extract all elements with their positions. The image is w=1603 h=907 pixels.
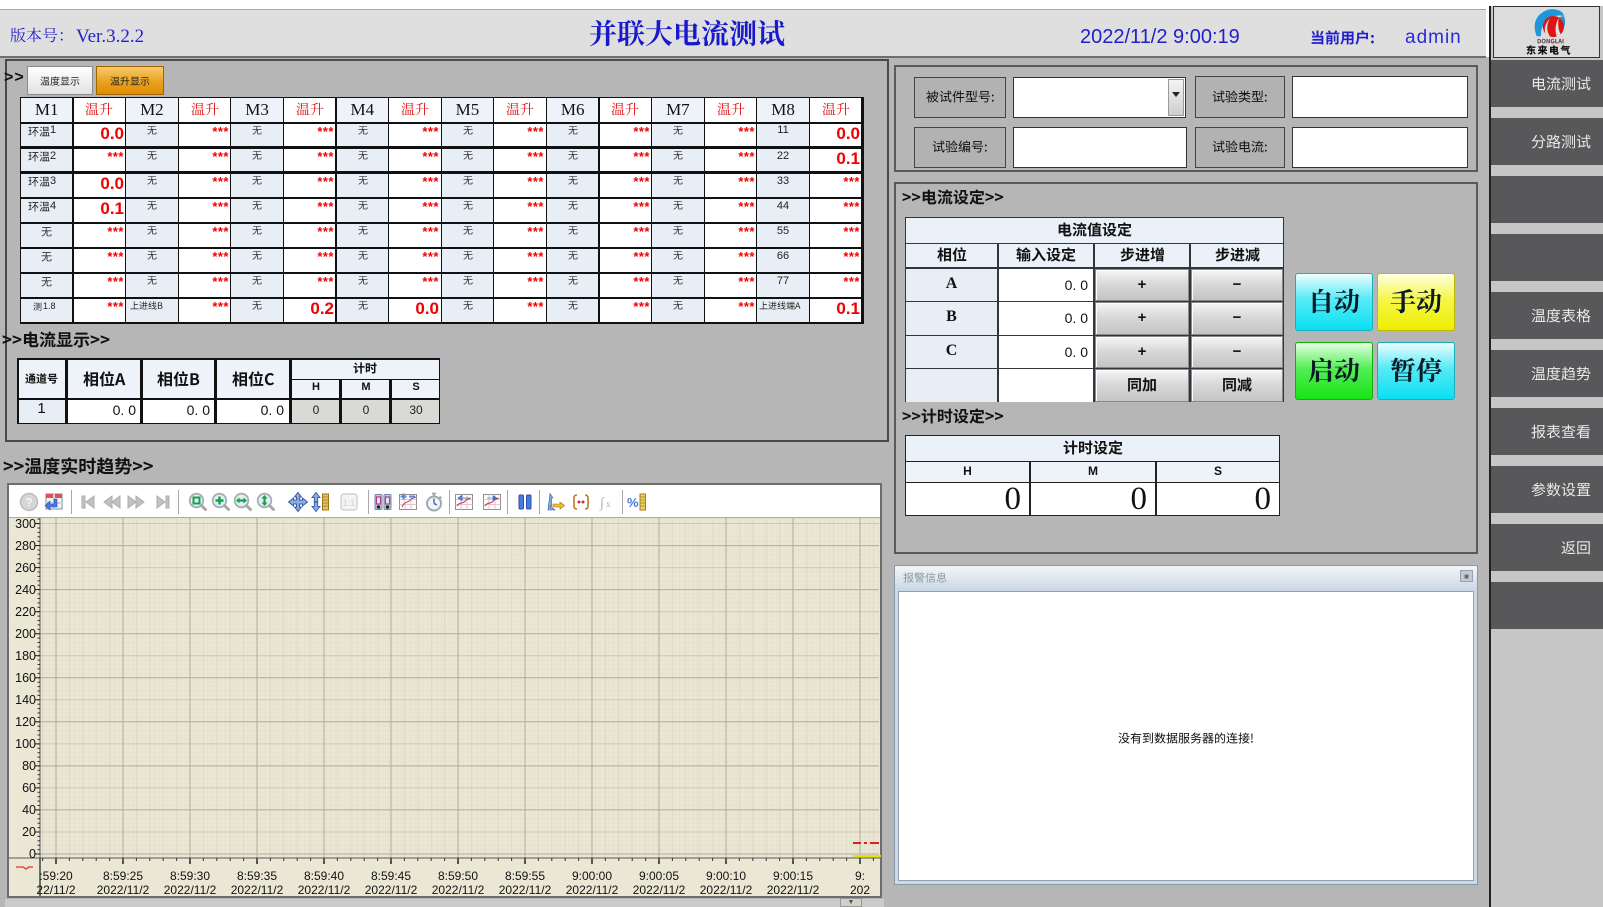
svg-text:1:1: 1:1 [343,498,356,508]
svg-text:%: % [627,495,639,510]
svg-text:x: x [606,499,611,509]
svg-text:∫: ∫ [599,496,605,511]
svg-text:?: ? [25,496,32,510]
